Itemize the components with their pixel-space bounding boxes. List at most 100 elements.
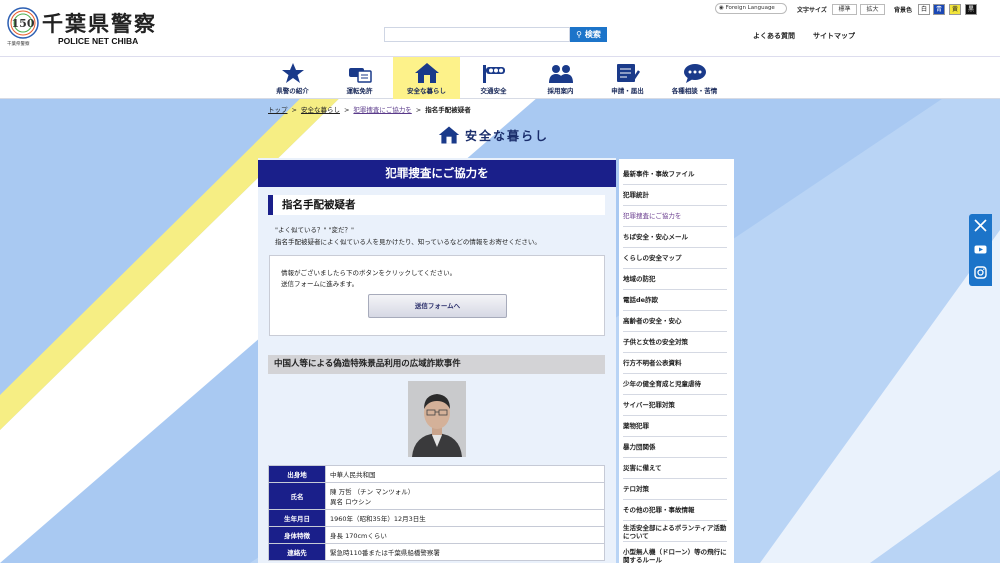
table-value: 緊急時110番または千葉県船橋警察署	[325, 543, 605, 561]
table-row: 身体特徴 身長 170cmくらい	[268, 526, 605, 544]
globe-icon: ◉	[719, 5, 724, 11]
breadcrumb-top[interactable]: トップ	[268, 106, 288, 114]
nav-item-safety[interactable]: 安全な暮らし	[393, 57, 460, 99]
section-header: 安全な暮らし	[438, 124, 549, 146]
notice-box: 情報がございましたら下のボタンをクリックしてください。 送信フォームに進みます。…	[269, 255, 605, 336]
instagram-icon[interactable]	[974, 266, 987, 279]
table-row: 連絡先 緊急時110番または千葉県船橋警察署	[268, 543, 605, 561]
house-icon	[438, 126, 460, 144]
bg-yellow-button[interactable]: 黄	[949, 4, 961, 15]
table-value: 中華人民共和国	[325, 465, 605, 483]
table-row: 出身地 中華人民共和国	[268, 465, 605, 483]
search-button-label: 検索	[584, 30, 601, 39]
font-size-large-button[interactable]: 拡大	[860, 4, 885, 15]
sidebar-item[interactable]: 小型無人機（ドローン）等の飛行に関するルール	[623, 545, 727, 563]
nav-item-application[interactable]: 申請・届出	[594, 57, 661, 99]
breadcrumb-separator: >	[291, 106, 297, 114]
table-key: 身体特徴	[268, 526, 326, 544]
social-links	[969, 214, 992, 286]
youtube-icon[interactable]	[974, 243, 987, 256]
bg-blue-button[interactable]: 青	[933, 4, 945, 15]
recruit-icon	[548, 65, 573, 83]
sidebar-item[interactable]: 犯罪統計	[623, 185, 727, 206]
police-logo-icon[interactable]: 150	[6, 6, 40, 40]
nav-label: 交通安全	[480, 87, 507, 95]
nav-item-recruit[interactable]: 採用案内	[527, 57, 594, 99]
intro-text-1: "よく似ている？" "変だ？"	[275, 226, 355, 234]
suspect-info-table: 出身地 中華人民共和国 氏名 陳 万哲 （チン マンツォル） 異名 ロウシン 生…	[268, 465, 605, 561]
bg-white-button[interactable]: 白	[918, 4, 930, 15]
sidebar-item[interactable]: 災害に備えて	[623, 458, 727, 479]
breadcrumb: トップ > 安全な暮らし > 犯罪捜査にご協力を > 指名手配被疑者	[268, 104, 471, 114]
search-input[interactable]	[384, 27, 570, 42]
sidebar-item[interactable]: サイバー犯罪対策	[623, 395, 727, 416]
page-title: 指名手配被疑者	[268, 195, 605, 215]
sidebar-item[interactable]: 生活安全部によるボランティア活動について	[623, 521, 727, 542]
nav-label: 安全な暮らし	[407, 87, 446, 95]
sidebar-item[interactable]: 高齢者の安全・安心	[623, 311, 727, 332]
nav-item-about[interactable]: 県警の紹介	[259, 57, 326, 99]
nav-label: 運転免許	[346, 87, 373, 95]
consult-icon	[683, 64, 706, 83]
nav-label: 各種相談・苦情	[671, 87, 718, 95]
x-icon[interactable]	[974, 219, 987, 232]
breadcrumb-separator: >	[415, 106, 422, 114]
nav-item-consult[interactable]: 各種相談・苦情	[661, 57, 728, 99]
global-nav: 県警の紹介 運転免許 安全な暮らし 交通安全 採用案内 申請・届出 各種相談・苦…	[0, 57, 1000, 99]
sidebar: 最新事件・事故ファイル 犯罪統計 犯罪捜査にご協力を ちば安全・安心メール くら…	[619, 159, 734, 563]
table-key: 連絡先	[268, 543, 326, 561]
table-value: 陳 万哲 （チン マンツォル）	[330, 488, 415, 496]
sidebar-item[interactable]: その他の犯罪・事故情報	[623, 500, 727, 521]
application-icon	[616, 64, 640, 82]
page-banner: 犯罪捜査にご協力を	[258, 160, 616, 187]
sidebar-item[interactable]: ちば安全・安心メール	[623, 227, 727, 248]
sidebar-item[interactable]: 電話de詐欺	[623, 290, 727, 311]
sidebar-item[interactable]: 子供と女性の安全対策	[623, 332, 727, 353]
foreign-language-label: Foreign Language	[725, 5, 775, 11]
nav-label: 県警の紹介	[276, 87, 309, 95]
nav-label: 申請・届出	[611, 87, 644, 95]
breadcrumb-safe[interactable]: 安全な暮らし	[301, 106, 340, 114]
bg-color-label: 背景色	[894, 7, 913, 14]
sidebar-item[interactable]: 地域の防犯	[623, 269, 727, 290]
license-icon	[348, 68, 372, 83]
breadcrumb-cooperate[interactable]: 犯罪捜査にご協力を	[353, 106, 411, 114]
site-header: 150 千葉県警察 千葉県警察 POLICE NET CHIBA ⚲ 検索 ◉ …	[0, 0, 1000, 57]
sidebar-item[interactable]: 行方不明者公表資料	[623, 353, 727, 374]
sitemap-link[interactable]: サイトマップ	[813, 31, 855, 41]
traffic-icon	[482, 65, 505, 83]
site-subtitle: POLICE NET CHIBA	[58, 36, 139, 46]
search-button[interactable]: ⚲ 検索	[570, 27, 607, 42]
main-content: 犯罪捜査にご協力を 指名手配被疑者 "よく似ている？" "変だ？" 指名手配被疑…	[258, 158, 616, 563]
intro-text-2: 指名手配被疑者によく似ている人を見かけたり、知っているなどの情報をお寄せください…	[275, 238, 541, 246]
send-form-button[interactable]: 送信フォームへ	[368, 294, 507, 318]
sidebar-item[interactable]: 暴力団関係	[623, 437, 727, 458]
notice-text-1: 情報がございましたら下のボタンをクリックしてください。	[281, 269, 457, 277]
breadcrumb-separator: >	[343, 106, 350, 114]
font-size-normal-button[interactable]: 標準	[832, 4, 857, 15]
nav-item-license[interactable]: 運転免許	[326, 57, 393, 99]
table-value: 1960年（昭和35年）12月3日生	[325, 509, 605, 527]
nav-item-traffic[interactable]: 交通安全	[460, 57, 527, 99]
svg-text:150: 150	[12, 17, 35, 30]
table-value-cell: 陳 万哲 （チン マンツォル） 異名 ロウシン	[325, 482, 605, 510]
font-size-label: 文字サイズ	[797, 7, 827, 14]
bg-black-button[interactable]: 黒	[965, 4, 977, 15]
site-title[interactable]: 千葉県警察	[42, 8, 157, 38]
table-value-alias: 異名 ロウシン	[330, 498, 372, 506]
sidebar-item[interactable]: 少年の健全育成と児童虐待	[623, 374, 727, 395]
sidebar-item[interactable]: テロ対策	[623, 479, 727, 500]
sidebar-item[interactable]: 薬物犯罪	[623, 416, 727, 437]
sidebar-item-active[interactable]: 犯罪捜査にご協力を	[623, 206, 727, 227]
table-key: 氏名	[268, 482, 326, 510]
case-title: 中国人等による偽造特殊景品利用の広域詐欺事件	[268, 355, 605, 374]
faq-link[interactable]: よくある質問	[753, 31, 795, 41]
logo-caption: 千葉県警察	[7, 42, 30, 47]
nav-label: 採用案内	[547, 87, 574, 95]
table-row: 生年月日 1960年（昭和35年）12月3日生	[268, 509, 605, 527]
foreign-language-button[interactable]: ◉ Foreign Language	[715, 3, 787, 14]
sidebar-item[interactable]: くらしの安全マップ	[623, 248, 727, 269]
sidebar-item[interactable]: 最新事件・事故ファイル	[623, 164, 727, 185]
breadcrumb-current: 指名手配被疑者	[425, 106, 471, 114]
emblem-icon	[281, 63, 304, 83]
